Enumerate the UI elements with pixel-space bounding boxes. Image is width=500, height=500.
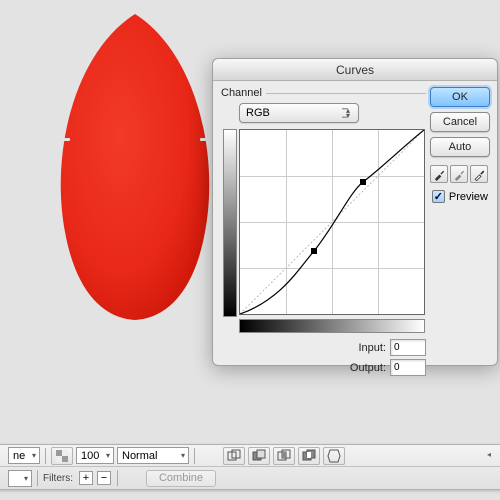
eyedropper-white-icon[interactable] xyxy=(470,165,488,183)
combine-button[interactable]: Combine xyxy=(146,470,216,487)
channel-value: RGB xyxy=(246,107,270,119)
pathfinder-subtract-icon[interactable] xyxy=(248,447,270,465)
pathfinder-intersect-icon[interactable] xyxy=(273,447,295,465)
channel-label: Channel xyxy=(221,87,262,99)
bottom-toolbar: ne 100 Normal Filters: + − Combine xyxy=(0,444,500,490)
remove-filter-button[interactable]: − xyxy=(97,471,111,485)
stroke-style-dropdown[interactable]: ne xyxy=(8,447,40,464)
filters-label: Filters: xyxy=(43,473,73,484)
blend-mode-dropdown[interactable]: Normal xyxy=(117,447,189,464)
canvas-red-shape xyxy=(55,12,215,322)
dialog-title: Curves xyxy=(336,63,374,77)
collapse-left-icon[interactable] xyxy=(487,448,500,456)
output-gradient xyxy=(223,129,237,317)
input-field[interactable] xyxy=(390,339,426,356)
eyedropper-gray-icon[interactable] xyxy=(450,165,468,183)
divider xyxy=(266,93,426,94)
dialog-titlebar[interactable]: Curves xyxy=(213,59,497,81)
channel-dropdown[interactable]: RGB ▴▾ xyxy=(239,103,359,123)
output-label: Output: xyxy=(350,362,386,374)
preview-label: Preview xyxy=(449,191,488,203)
auto-button[interactable]: Auto xyxy=(430,137,490,157)
input-label: Input: xyxy=(358,342,386,354)
curve-grid[interactable] xyxy=(239,129,425,315)
eyedropper-black-icon[interactable] xyxy=(430,165,448,183)
curves-dialog: Curves Channel RGB ▴▾ xyxy=(212,58,498,366)
opacity-dropdown[interactable]: 100 xyxy=(76,447,114,464)
cancel-button[interactable]: Cancel xyxy=(430,112,490,132)
stroke-width-dropdown[interactable] xyxy=(8,470,32,487)
preview-checkbox[interactable]: ✓ xyxy=(432,190,445,203)
pathfinder-divide-icon[interactable] xyxy=(323,447,345,465)
input-gradient xyxy=(239,319,425,333)
opacity-icon[interactable] xyxy=(51,447,73,465)
ok-button[interactable]: OK xyxy=(430,87,490,107)
pathfinder-exclude-icon[interactable] xyxy=(298,447,320,465)
output-field[interactable] xyxy=(390,359,426,376)
pathfinder-unite-icon[interactable] xyxy=(223,447,245,465)
add-filter-button[interactable]: + xyxy=(79,471,93,485)
